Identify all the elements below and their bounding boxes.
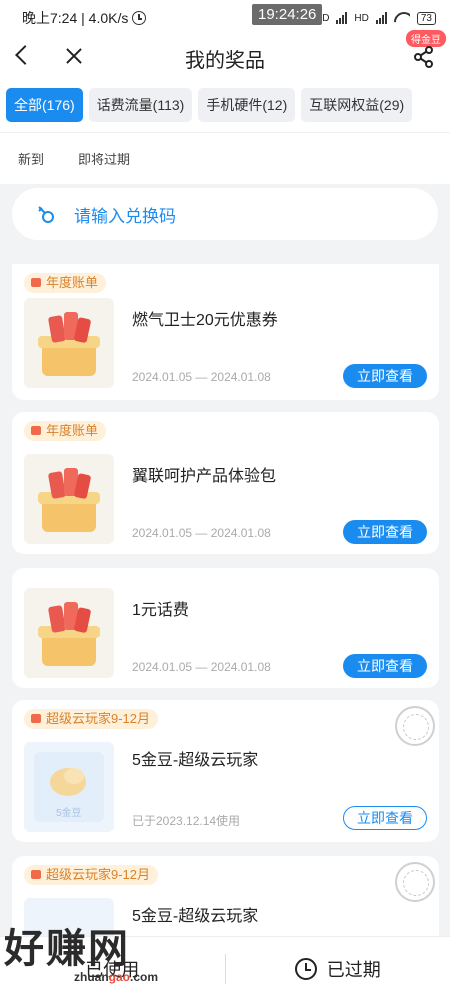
prize-badge: 超级云玩家9-12月 (24, 709, 159, 729)
view-button[interactable]: 立即查看 (343, 654, 427, 678)
prize-date: 已于2023.12.14使用 (132, 814, 241, 828)
category-tabs: 全部(176) 话费流量(113) 手机硬件(12) 互联网权益(29) (0, 80, 450, 132)
redeem-code-bar[interactable]: 请输入兑换码 (12, 188, 438, 240)
time-overlay: 19:24:26 (252, 4, 323, 25)
link-icon (38, 206, 54, 223)
tab-internet-rights[interactable]: 互联网权益(29) (301, 88, 413, 122)
view-button[interactable]: 立即查看 (343, 806, 427, 830)
hd-label-2: HD (354, 12, 369, 24)
filter-expiring[interactable]: 即将过期 (78, 149, 130, 168)
prize-badge: 年度账单 (24, 273, 107, 293)
prize-card: 1元话费 2024.01.05 — 2024.01.08 立即查看 (12, 568, 439, 688)
prize-name: 翼联呵护产品体验包 (132, 468, 277, 485)
prize-date: 2024.01.05 — 2024.01.08 (132, 660, 271, 674)
header: 我的奖品 得金豆 (0, 30, 450, 80)
status-right: HD HD 73 (315, 11, 436, 25)
alarm-icon (132, 11, 147, 25)
site-watermark: 好赚网 zhuangao.com (0, 916, 200, 1000)
expired-tab[interactable]: 已过期 (226, 956, 450, 982)
status-bar: 晚上7:24 | 4.0K/s HD HD 73 19:24:26 (0, 0, 450, 36)
share-icon[interactable] (414, 46, 434, 68)
gift-box-image (24, 588, 114, 678)
prize-date: 2024.01.05 — 2024.01.08 (132, 370, 271, 384)
gift-box-image (24, 298, 114, 388)
status-left: 晚上7:24 | 4.0K/s (22, 8, 147, 28)
gift-box-image (24, 454, 114, 544)
prize-name: 5金豆-超级云玩家 (132, 752, 259, 769)
tab-phone-hardware[interactable]: 手机硬件(12) (198, 88, 296, 122)
redeem-placeholder: 请输入兑换码 (74, 206, 176, 226)
signal-icon (336, 12, 348, 24)
prize-card: 年度账单 燃气卫士20元优惠券 2024.01.05 — 2024.01.08 … (12, 264, 439, 400)
filter-bar: 新到 即将过期 (0, 132, 450, 184)
battery-icon: 73 (416, 11, 436, 25)
filter-new[interactable]: 新到 (18, 149, 44, 168)
gold-bean-image: 5金豆 (24, 742, 114, 832)
clock-icon (294, 957, 317, 980)
prize-badge: 超级云玩家9-12月 (24, 865, 159, 885)
prize-name: 燃气卫士20元优惠券 (132, 312, 278, 329)
used-stamp-icon (395, 862, 435, 902)
signal-icon-2 (375, 12, 387, 24)
thumb-label: 5金豆 (56, 808, 82, 819)
used-stamp-icon (395, 706, 435, 746)
watermark-logo: 好赚网 (4, 927, 130, 971)
prize-card: 年度账单 翼联呵护产品体验包 2024.01.05 — 2024.01.08 立… (12, 412, 439, 554)
view-button[interactable]: 立即查看 (343, 520, 427, 544)
prize-name: 1元话费 (132, 602, 189, 619)
share-badge[interactable]: 得金豆 (406, 30, 446, 47)
expired-label: 已过期 (326, 959, 381, 980)
view-button[interactable]: 立即查看 (343, 364, 427, 388)
prize-badge: 年度账单 (24, 421, 107, 441)
prize-card: 超级云玩家9-12月 5金豆 5金豆-超级云玩家 已于2023.12.14使用 … (12, 700, 439, 842)
watermark-url: zhuangao.com (74, 970, 159, 984)
close-icon[interactable] (64, 46, 84, 66)
wifi-icon (394, 12, 410, 24)
status-time-speed: 晚上7:24 | 4.0K/s (22, 10, 129, 26)
tab-bill-data[interactable]: 话费流量(113) (88, 88, 193, 122)
tab-all[interactable]: 全部(176) (6, 88, 83, 122)
prize-date: 2024.01.05 — 2024.01.08 (132, 526, 271, 540)
